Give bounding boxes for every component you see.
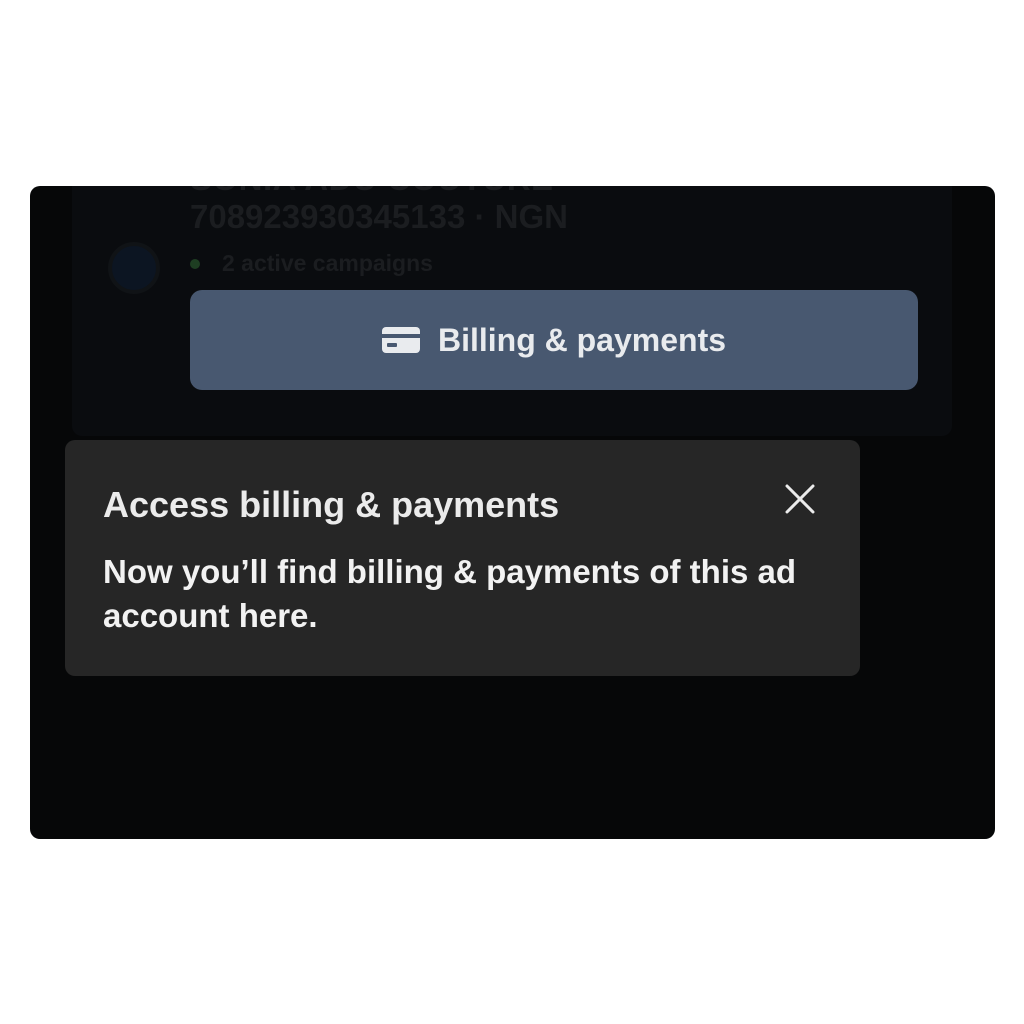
credit-card-icon <box>381 327 420 353</box>
ad-account-card: SONIA ADU COUTURE 708923930345133 · NGN … <box>72 186 952 436</box>
active-campaigns-count: 2 active campaigns <box>222 250 433 276</box>
account-name: SONIA ADU COUTURE <box>190 186 554 198</box>
billing-payments-button[interactable]: Billing & payments <box>190 290 918 390</box>
dimmed-overlay: SONIA ADU COUTURE 708923930345133 · NGN … <box>30 186 995 839</box>
billing-tooltip: Access billing & payments Now you’ll fin… <box>65 440 860 676</box>
account-avatar <box>108 242 160 294</box>
tooltip-title: Access billing & payments <box>103 484 560 525</box>
close-button[interactable] <box>781 482 819 520</box>
tooltip-body: Now you’ll find billing & payments of th… <box>103 553 797 634</box>
active-status-dot <box>190 259 200 269</box>
billing-payments-label: Billing & payments <box>437 321 727 358</box>
close-icon <box>785 484 815 519</box>
account-id-currency: 708923930345133 · NGN <box>190 198 568 235</box>
